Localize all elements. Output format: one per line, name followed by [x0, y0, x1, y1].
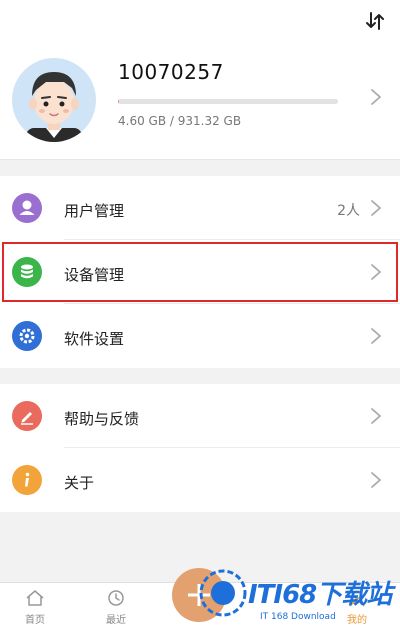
- chevron-right-icon: [371, 200, 381, 216]
- menu-item-help-feedback[interactable]: 帮助与反馈: [0, 384, 400, 448]
- storage-usage-text: 4.60 GB / 931.32 GB: [118, 114, 242, 128]
- storage-progress-fill: [118, 99, 120, 104]
- chevron-right-icon: [371, 264, 381, 280]
- menu-group-support: 帮助与反馈 关于: [0, 384, 400, 512]
- top-bar: [0, 0, 400, 44]
- clock-icon: [108, 590, 124, 606]
- menu-item-about[interactable]: 关于: [0, 448, 400, 512]
- menu-item-label: 关于: [64, 474, 95, 492]
- watermark-logo-icon: [199, 569, 247, 617]
- home-icon: [26, 590, 44, 606]
- tab-recent[interactable]: 最近: [86, 589, 146, 626]
- user-icon: [12, 193, 42, 223]
- user-count: 2人: [337, 203, 360, 219]
- chevron-right-icon: [371, 472, 381, 488]
- menu-item-user-management[interactable]: 用户管理 2人: [0, 176, 400, 240]
- watermark-subtitle: IT 168 Download: [260, 612, 336, 622]
- chevron-right-icon: [371, 89, 381, 105]
- watermark-title: ITI68下载站: [248, 580, 392, 610]
- sync-arrows-icon[interactable]: [364, 10, 386, 32]
- chevron-right-icon: [371, 328, 381, 344]
- menu-item-label: 帮助与反馈: [64, 410, 140, 428]
- chevron-right-icon: [371, 408, 381, 424]
- menu-group-management: 用户管理 2人 设备管理 软件设置: [0, 176, 400, 368]
- menu-item-label: 软件设置: [64, 330, 125, 348]
- info-icon: [12, 465, 42, 495]
- tab-label: 首页: [25, 615, 45, 626]
- storage-progress-bar: [118, 99, 338, 104]
- pencil-icon: [12, 401, 42, 431]
- profile-card[interactable]: 10070257 4.60 GB / 931.32 GB: [0, 44, 400, 160]
- tab-label: 最近: [106, 615, 126, 626]
- database-icon: [12, 257, 42, 287]
- menu-item-label: 设备管理: [64, 266, 125, 284]
- tab-home[interactable]: 首页: [5, 589, 65, 626]
- menu-item-device-management[interactable]: 设备管理: [0, 240, 400, 304]
- avatar: [12, 58, 96, 142]
- menu-item-software-settings[interactable]: 软件设置: [0, 304, 400, 368]
- menu-item-label: 用户管理: [64, 202, 125, 220]
- gear-icon: [12, 321, 42, 351]
- user-id: 10070257: [118, 60, 224, 84]
- watermark: ITI68下载站 IT 168 Download: [196, 560, 400, 637]
